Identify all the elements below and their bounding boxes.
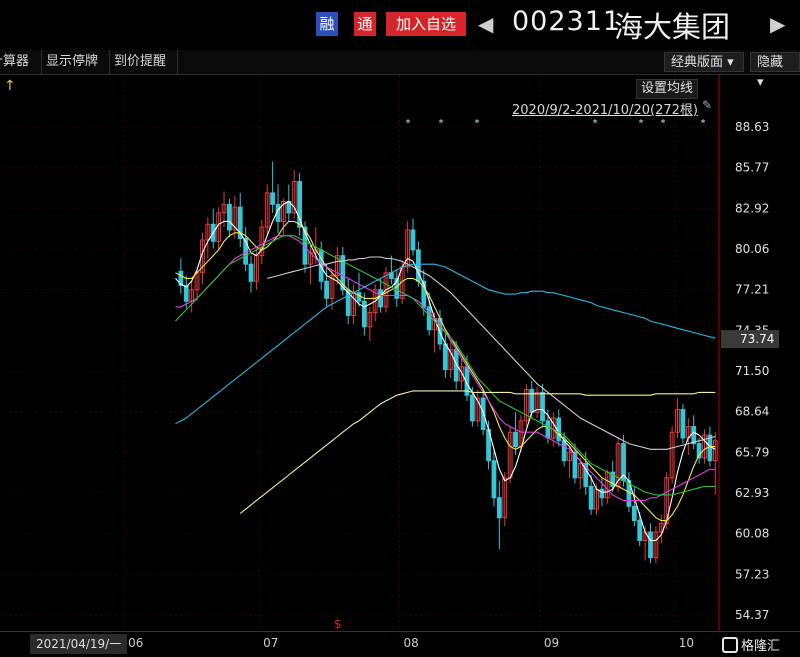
candle-body [469, 394, 475, 422]
add-watchlist-button[interactable]: 加入自选 [386, 12, 466, 36]
dividend-marker: $ [334, 617, 342, 631]
next-stock-icon[interactable]: ▶ [770, 10, 785, 38]
candle-body [362, 300, 367, 328]
candle-body [426, 306, 432, 331]
candle-body [588, 485, 594, 510]
candle-body [324, 280, 329, 299]
x-tick-label: 07 [263, 636, 279, 650]
time-axis: 2021/04/19/一 06 07 08 09 10 格隆汇 [0, 631, 800, 657]
candle-body [491, 460, 497, 499]
pin-icon[interactable]: ✎ [702, 98, 712, 112]
current-price-label: 73.74 [740, 332, 774, 346]
x-tick-label: 08 [403, 636, 419, 650]
calculator-button[interactable]: 计算器 [0, 50, 42, 74]
candle-body [248, 263, 254, 282]
show-halted-button[interactable]: 显示停牌 [42, 50, 110, 74]
price-alert-button[interactable]: 到价提醒 [110, 50, 178, 74]
prev-stock-icon[interactable]: ◀ [478, 10, 493, 38]
candle-body [410, 229, 416, 251]
y-tick-label: 54.37 [735, 608, 769, 622]
event-marker: * [592, 118, 598, 129]
candle-body [599, 488, 605, 499]
y-tick-label: 57.23 [735, 567, 769, 581]
x-tick-label: 06 [128, 636, 144, 650]
chart-toolbar: 计算器 显示停牌 到价提醒 经典版面 ▾ 隐藏 ▾ [0, 50, 800, 90]
date-range-link[interactable]: 2020/9/2-2021/10/20(272根) [512, 99, 698, 118]
stock-name: 海大集团 [614, 10, 731, 44]
candle-body [318, 249, 324, 282]
up-arrow-icon: ↑ [4, 78, 16, 94]
candle-body [545, 420, 551, 439]
stock-header: 融 通 加入自选 ◀ 002311 海大集团 ▶ [0, 0, 800, 51]
candle-body [540, 391, 545, 422]
candle-body [707, 434, 713, 462]
y-tick-label: 62.93 [735, 486, 769, 500]
logo-icon [722, 637, 738, 653]
x-tick-label: 09 [543, 636, 560, 650]
event-marker: * [660, 118, 666, 129]
candle-body [637, 520, 643, 542]
y-tick-label: 60.08 [735, 527, 769, 541]
layout-dropdown[interactable]: 经典版面 ▾ [664, 52, 744, 72]
candle-body [631, 505, 637, 522]
event-marker: * [474, 118, 480, 129]
candle-body [356, 292, 362, 302]
hide-dropdown[interactable]: 隐藏 ▾ [750, 52, 800, 90]
event-marker: * [638, 118, 644, 129]
set-ma-button[interactable]: 设置均线 [636, 79, 699, 99]
cursor-date: 2021/04/19/一 [30, 634, 128, 654]
candle-body [442, 343, 448, 371]
gelonghui-logo: 格隆汇 [722, 635, 780, 654]
y-tick-label: 68.64 [735, 405, 769, 419]
candle-body [496, 497, 502, 519]
candle-body [183, 285, 189, 302]
y-tick-label: 82.92 [735, 201, 769, 215]
kline-chart[interactable]: 88.6385.7782.9280.0677.2174.3571.5068.64… [0, 75, 800, 631]
candle-body [297, 181, 303, 228]
y-tick-label: 71.50 [735, 364, 769, 378]
candle-body [648, 531, 653, 559]
candle-body [378, 289, 383, 308]
ma-line-ma60 [267, 256, 716, 450]
y-tick-label: 80.06 [735, 242, 769, 256]
kline-svg: 88.6385.7782.9280.0677.2174.3571.5068.64… [0, 75, 779, 631]
candle-body [270, 192, 276, 205]
y-tick-label: 65.79 [735, 445, 769, 459]
candle-body [513, 431, 518, 447]
connect-tag[interactable]: 通 [354, 12, 376, 36]
candle-body [691, 426, 697, 445]
x-tick-label: 10 [678, 636, 695, 650]
candle-body [561, 440, 567, 462]
layout-label: 经典版面 [671, 55, 724, 70]
event-marker: * [438, 118, 444, 129]
logo-text: 格隆汇 [741, 639, 781, 654]
event-marker: * [405, 118, 411, 129]
stock-code: 002311 [512, 6, 622, 37]
y-tick-label: 77.21 [735, 283, 769, 297]
candle-body [227, 203, 232, 231]
y-tick-label: 85.77 [735, 161, 769, 175]
margin-tag[interactable]: 融 [316, 12, 338, 36]
y-tick-label: 88.63 [735, 120, 769, 134]
candle-body [680, 408, 686, 439]
event-marker: * [700, 118, 706, 129]
hide-label: 隐藏 [757, 55, 784, 70]
candle-body [529, 389, 535, 413]
